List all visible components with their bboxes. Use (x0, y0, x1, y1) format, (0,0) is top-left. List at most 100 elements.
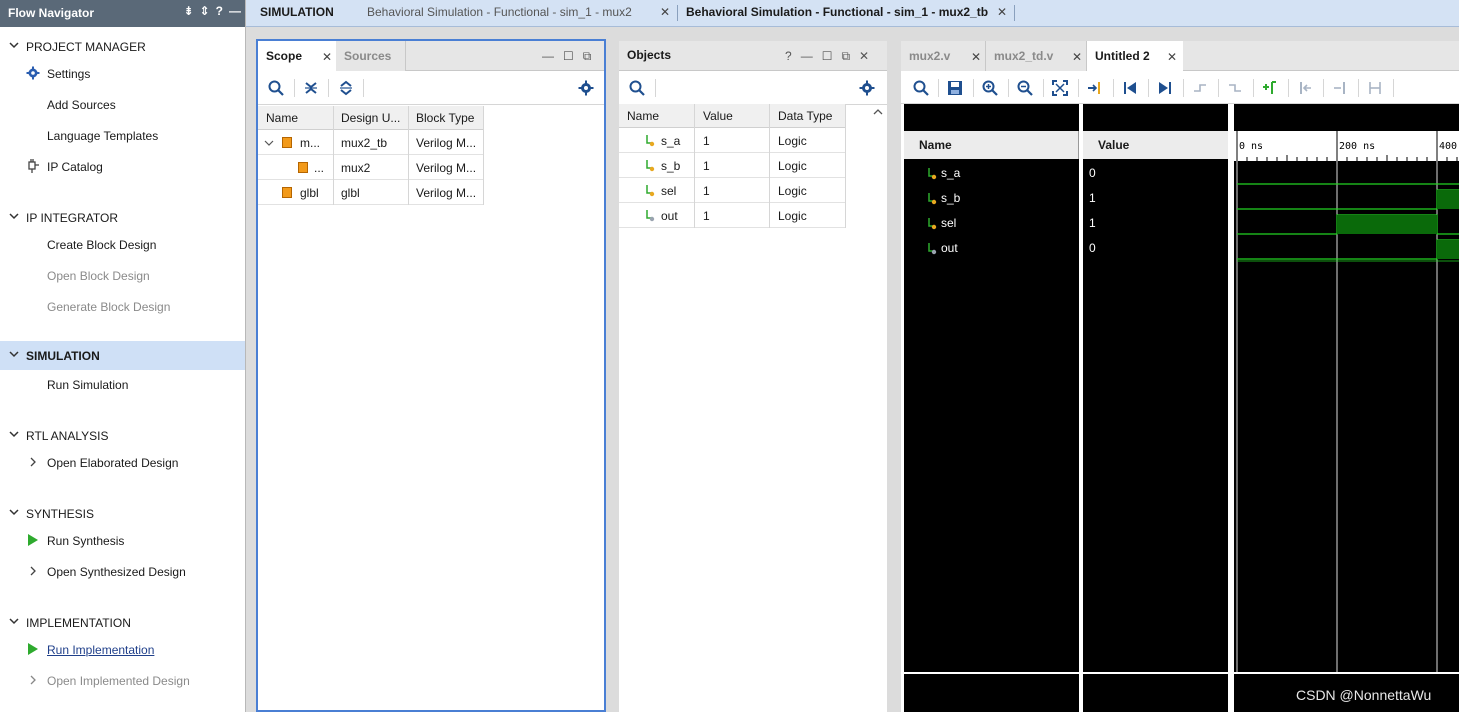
tab-scope[interactable]: Scope ✕ (258, 41, 336, 71)
nav-item-run-simulation[interactable]: Run Simulation (0, 372, 245, 398)
table-row[interactable]: sel 1 Logic (619, 178, 846, 203)
section-synthesis[interactable]: SYNTHESIS (0, 499, 245, 527)
signal-icon (646, 210, 655, 222)
go-to-start-icon[interactable] (1122, 80, 1138, 96)
nav-item-generate-block-design[interactable]: Generate Block Design (0, 294, 245, 320)
close-icon[interactable]: ✕ (1072, 50, 1082, 64)
cell-name: glbl (300, 186, 319, 200)
go-to-cursor-icon[interactable] (1087, 80, 1103, 96)
tab-mux2-v[interactable]: mux2.v ✕ (901, 41, 986, 71)
section-project-manager[interactable]: PROJECT MANAGER (0, 32, 245, 60)
table-row[interactable]: s_b 1 Logic (619, 153, 846, 178)
wave-s-b-high (1437, 190, 1459, 209)
gear-icon[interactable] (859, 80, 875, 96)
zoom-in-icon[interactable] (982, 80, 998, 96)
nav-item-create-block-design[interactable]: Create Block Design (0, 232, 245, 258)
search-icon[interactable] (913, 80, 929, 96)
minimize-icon[interactable]: — (801, 49, 813, 64)
cell-block-type: Verilog M... (416, 186, 477, 200)
table-row[interactable]: m... mux2_tb Verilog M... (258, 130, 484, 155)
search-icon[interactable] (629, 80, 645, 96)
float-icon[interactable]: ⧉ (841, 49, 850, 64)
column-header-name[interactable]: Name (266, 111, 298, 125)
close-icon[interactable]: ✕ (859, 49, 869, 64)
save-icon[interactable] (947, 80, 963, 96)
play-icon (28, 534, 38, 546)
expand-all-icon[interactable] (338, 80, 354, 96)
expand-all-icon[interactable]: ⇕ (200, 4, 210, 18)
section-ip-integrator[interactable]: IP INTEGRATOR (0, 203, 245, 231)
tab-behavioral-sim-mux2[interactable]: Behavioral Simulation - Functional - sim… (367, 5, 632, 19)
nav-item-settings[interactable]: Settings (0, 61, 245, 87)
float-icon[interactable]: ⧉ (583, 49, 592, 64)
collapse-all-icon[interactable]: ⇟ (184, 4, 194, 18)
minimize-icon[interactable]: — (542, 49, 554, 64)
table-row[interactable]: s_a 1 Logic (619, 128, 846, 153)
collapse-all-icon[interactable] (303, 80, 319, 96)
table-row[interactable]: glbl glbl Verilog M... (258, 180, 484, 205)
nav-item-run-implementation[interactable]: Run Implementation (0, 637, 245, 663)
close-icon[interactable]: ✕ (997, 5, 1007, 19)
help-icon[interactable]: ? (216, 4, 223, 18)
signal-icon (928, 168, 937, 180)
maximize-icon[interactable]: ☐ (563, 49, 574, 64)
wave-s-b[interactable] (1237, 189, 1459, 210)
close-icon[interactable]: ✕ (660, 5, 670, 19)
wave-signal-row[interactable]: s_b 1 (901, 186, 1228, 211)
wave-sel-high (1337, 215, 1437, 234)
maximize-icon[interactable]: ☐ (822, 49, 833, 64)
chevron-down-icon (9, 351, 19, 358)
column-header-name[interactable]: Name (627, 109, 659, 123)
nav-item-open-synthesized-design[interactable]: Open Synthesized Design (0, 559, 245, 585)
section-simulation[interactable]: SIMULATION (0, 341, 245, 370)
tab-mux2-td-v[interactable]: mux2_td.v ✕ (986, 41, 1087, 71)
next-transition-icon[interactable] (1227, 80, 1243, 96)
minimize-icon[interactable]: — (229, 4, 241, 18)
tab-behavioral-sim-mux2-tb[interactable]: Behavioral Simulation - Functional - sim… (686, 5, 988, 19)
wave-signal-row[interactable]: s_a 0 (901, 161, 1228, 186)
section-rtl-analysis[interactable]: RTL ANALYSIS (0, 421, 245, 449)
zoom-fit-icon[interactable] (1052, 80, 1068, 96)
nav-item-open-block-design[interactable]: Open Block Design (0, 263, 245, 289)
nav-item-run-synthesis[interactable]: Run Synthesis (0, 528, 245, 554)
nav-item-ip-catalog[interactable]: IP Catalog (0, 154, 245, 180)
nav-item-language-templates[interactable]: Language Templates (0, 123, 245, 149)
wave-out-high (1437, 240, 1459, 259)
tab-untitled-2[interactable]: Untitled 2 ✕ (1087, 41, 1183, 71)
zoom-out-icon[interactable] (1017, 80, 1033, 96)
close-icon[interactable]: ✕ (971, 50, 981, 64)
search-icon[interactable] (268, 80, 284, 96)
waveform-canvas[interactable]: 0 ns 200 ns 400 (1234, 131, 1459, 672)
previous-transition-icon[interactable] (1192, 80, 1208, 96)
go-to-end-icon[interactable] (1157, 80, 1173, 96)
nav-item-open-implemented-design[interactable]: Open Implemented Design (0, 668, 245, 694)
close-icon[interactable]: ✕ (322, 50, 332, 64)
tab-sources[interactable]: Sources (336, 41, 406, 71)
next-marker-icon[interactable] (1332, 80, 1348, 96)
help-icon[interactable]: ? (785, 49, 792, 64)
column-header-design-unit[interactable]: Design U... (341, 111, 400, 125)
section-implementation[interactable]: IMPLEMENTATION (0, 608, 245, 636)
column-header-value[interactable]: Value (703, 109, 733, 123)
scroll-up-icon[interactable] (873, 107, 883, 117)
add-marker-icon[interactable] (1262, 80, 1278, 96)
wave-value-header[interactable]: Value (1083, 131, 1228, 159)
close-icon[interactable]: ✕ (1167, 50, 1177, 64)
gear-icon[interactable] (578, 80, 594, 96)
nav-item-add-sources[interactable]: Add Sources (0, 92, 245, 118)
previous-marker-icon[interactable] (1297, 80, 1313, 96)
column-header-block-type[interactable]: Block Type (416, 111, 474, 125)
wave-signal-row[interactable]: out 0 (901, 236, 1228, 261)
tab-label: mux2_td.v (994, 49, 1054, 63)
chevron-down-icon[interactable] (264, 138, 274, 148)
column-header-data-type[interactable]: Data Type (778, 109, 832, 123)
wave-out[interactable] (1237, 239, 1459, 260)
section-label: SYNTHESIS (26, 507, 95, 521)
wave-name-header[interactable]: Name (904, 131, 1079, 159)
wave-signal-row[interactable]: sel 1 (901, 211, 1228, 236)
table-row[interactable]: ... mux2 Verilog M... (258, 155, 484, 180)
objects-panel-header: Objects ? — ☐ ⧉ ✕ (619, 41, 887, 71)
nav-item-open-elaborated-design[interactable]: Open Elaborated Design (0, 450, 245, 476)
table-row[interactable]: out 1 Logic (619, 203, 846, 228)
swap-cursors-icon[interactable] (1367, 80, 1383, 96)
